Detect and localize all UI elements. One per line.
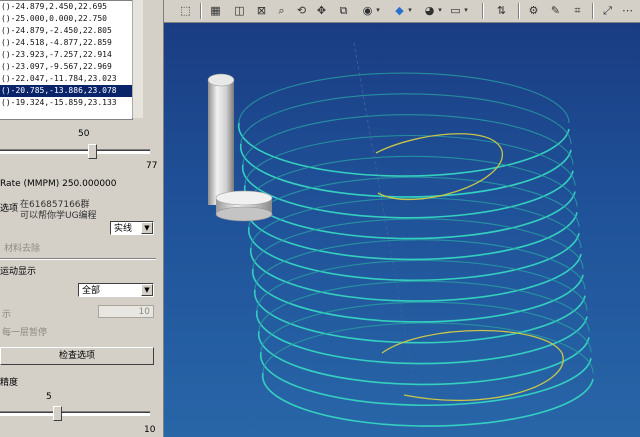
- toolpath-ring-back: [242, 114, 574, 165]
- list-item[interactable]: ()-24.879,2.450,22.695: [0, 1, 132, 13]
- accuracy-slider-track[interactable]: [0, 411, 150, 416]
- list-item[interactable]: ()-24.879,-2.450,22.805: [0, 25, 132, 37]
- options-icon[interactable]: ⋯: [620, 3, 635, 18]
- shading-icon[interactable]: ◕: [422, 3, 437, 18]
- zoom-window-icon[interactable]: ⊠: [254, 3, 269, 18]
- divider: [0, 258, 156, 260]
- toolpath-ring-front: [257, 331, 590, 386]
- cutter-collar-bottom: [215, 206, 273, 222]
- animation-field-label: 示: [2, 310, 12, 320]
- fit-icon[interactable]: ⧉: [336, 3, 351, 18]
- material-removal-label: 材料去除: [4, 244, 41, 254]
- toolbar-separator: [592, 3, 594, 19]
- list-item[interactable]: ()-24.518,-4.877,22.859: [0, 37, 132, 49]
- toolpath-scene: [207, 42, 594, 427]
- chevron-down-icon[interactable]: ▾: [374, 3, 382, 18]
- analysis-icon[interactable]: ✎: [548, 3, 563, 18]
- list-item[interactable]: ()-23.097,-9.567,22.969: [0, 61, 132, 73]
- options-heading: 选项: [0, 204, 19, 214]
- graphics-viewport[interactable]: [164, 23, 640, 437]
- check-options-button[interactable]: 检查选项: [0, 347, 154, 365]
- accuracy-heading: 精度: [0, 378, 19, 388]
- toolpath-ring-front: [261, 372, 594, 427]
- measure-icon[interactable]: ⚙: [526, 3, 541, 18]
- select-icon[interactable]: ⬚: [178, 3, 193, 18]
- view-toolbar: ⬚ ▦ ◫ ⊠ ⌕ ⟲ ✥ ⧉ ◉ ▾ ◆ ▾ ◕ ▾ ▭ ▾ ⇅ ⚙ ✎ ⌗ …: [164, 0, 640, 23]
- accuracy-slider-max: 10: [144, 425, 156, 435]
- chevron-down-icon[interactable]: ▾: [462, 3, 470, 18]
- promo-text-line-2: 可以帮你学UG编程: [20, 211, 97, 221]
- layer-icon[interactable]: ⇅: [494, 3, 509, 18]
- toolpath-point-list[interactable]: ()-24.879,2.450,22.695 ()-25.000,0.000,2…: [0, 0, 133, 120]
- list-item[interactable]: ()-22.047,-11.784,23.023: [0, 73, 132, 85]
- render-mode-icon[interactable]: ◉: [360, 3, 375, 18]
- chevron-down-icon[interactable]: ▾: [406, 3, 414, 18]
- accuracy-slider-thumb[interactable]: [53, 406, 62, 421]
- pan-icon[interactable]: ✥: [314, 3, 329, 18]
- cutter-top: [207, 73, 235, 87]
- pause-per-layer-label: 每一层暂停: [2, 328, 48, 338]
- clipping-icon[interactable]: ▭: [448, 3, 463, 18]
- chevron-down-icon: ▼: [141, 284, 153, 296]
- grid-icon[interactable]: ▦: [208, 3, 223, 18]
- animation-display-dropdown[interactable]: 全部 ▼: [78, 283, 154, 297]
- toolpath-ring-front: [259, 352, 592, 407]
- animation-field-input[interactable]: 10: [98, 305, 154, 318]
- toolbar-separator: [518, 3, 520, 19]
- display-mode-dropdown[interactable]: 实线 ▼: [110, 221, 154, 235]
- toolpath-ring-back: [238, 72, 570, 124]
- accuracy-slider-value: 5: [46, 392, 52, 402]
- chevron-down-icon: ▼: [141, 222, 153, 234]
- rotate-icon[interactable]: ⟲: [294, 3, 309, 18]
- speed-slider-max: 77: [146, 161, 158, 171]
- list-item[interactable]: ()-23.923,-7.257,22.914: [0, 49, 132, 61]
- visualize-dialog: ()-24.879,2.450,22.695 ()-25.000,0.000,2…: [0, 0, 164, 437]
- list-scrollbar[interactable]: [132, 0, 143, 118]
- toolpath-ring-back: [240, 93, 572, 144]
- display-mode-value: 实线: [114, 224, 133, 234]
- list-item[interactable]: ()-25.000,0.000,22.750: [0, 13, 132, 25]
- highlight-path-upper: [375, 133, 503, 201]
- animation-display-value: 全部: [82, 286, 101, 296]
- snap-icon[interactable]: ⌗: [570, 3, 585, 18]
- animation-heading: 运动显示: [0, 267, 37, 277]
- helical-toolpath: [237, 72, 594, 427]
- view-cube-icon[interactable]: ◆: [392, 3, 407, 18]
- feed-rate-label: Rate (MMPM) 250.000000: [0, 179, 117, 189]
- chevron-down-icon[interactable]: ▾: [436, 3, 444, 18]
- list-item[interactable]: ()-19.324,-15.859,23.133: [0, 97, 132, 109]
- options-icon[interactable]: ⤢: [600, 3, 615, 18]
- toolbar-separator: [482, 3, 484, 19]
- speed-slider-thumb[interactable]: [88, 144, 97, 159]
- zoom-window-icon[interactable]: ◫: [232, 3, 247, 18]
- zoom-icon[interactable]: ⌕: [274, 3, 289, 18]
- speed-slider-track[interactable]: [0, 149, 150, 154]
- speed-slider-value: 50: [78, 129, 90, 139]
- toolbar-separator: [200, 3, 202, 19]
- list-item-selected[interactable]: ()-20.785,-13.886,23.078: [0, 85, 132, 97]
- cutter-shank: [208, 79, 234, 205]
- cutter-collar-top: [215, 190, 273, 206]
